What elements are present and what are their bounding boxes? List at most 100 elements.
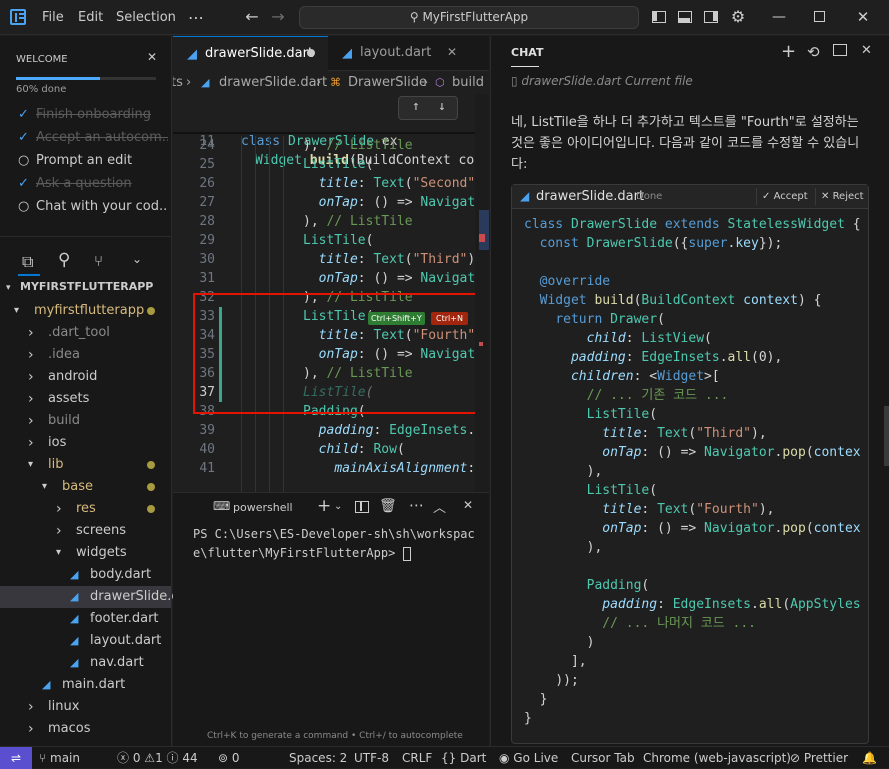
folder-item[interactable]: › build: [0, 410, 171, 432]
tree-item-label: body.dart: [90, 567, 152, 582]
tree-item-label: .idea: [48, 347, 80, 362]
command-center[interactable]: ⚲ MyFirstFlutterApp: [299, 6, 639, 29]
folder-item[interactable]: › assets: [0, 388, 171, 410]
more-menu-icon[interactable]: ⋯: [188, 0, 204, 35]
folder-item[interactable]: › screens: [0, 520, 171, 542]
toggle-secondary-sidebar-icon[interactable]: [704, 9, 720, 25]
menu-edit[interactable]: Edit: [78, 0, 103, 35]
source-control-icon[interactable]: ⑂: [94, 252, 103, 270]
code-line[interactable]: 27 onTap: () => Navigator: [173, 193, 489, 212]
tab-layout[interactable]: ◢ layout.dart ✕: [330, 36, 490, 71]
breadcrumb-item[interactable]: drawerSlide.dart: [219, 72, 327, 94]
notifications-icon[interactable]: 🔔: [862, 747, 877, 769]
code-line[interactable]: 40 child: Row(: [173, 440, 489, 459]
breadcrumb-item[interactable]: DrawerSlide: [348, 72, 427, 94]
trash-icon[interactable]: 🗑: [379, 498, 397, 514]
terminal-output[interactable]: PS C:\Users\ES-Developer-sh\sh\workspac: [193, 527, 475, 541]
folder-item[interactable]: › .dart_tool: [0, 322, 171, 344]
indentation-indicator[interactable]: Spaces: 2: [289, 747, 347, 769]
customize-layout-icon[interactable]: ⚙: [730, 9, 746, 25]
close-icon[interactable]: ✕: [147, 50, 157, 64]
antenna-icon: ⊚: [218, 751, 232, 765]
onboarding-item[interactable]: ✓ Accept an autocom...: [18, 128, 168, 148]
reject-button[interactable]: ✕ Reject: [815, 188, 867, 205]
remote-icon[interactable]: ⇌: [0, 747, 32, 769]
code-line[interactable]: 30 title: Text("Third"),: [173, 250, 489, 269]
more-icon[interactable]: ⋯: [409, 496, 424, 514]
code-line[interactable]: 31 onTap: () => Navigator: [173, 269, 489, 288]
eol-indicator[interactable]: CRLF: [402, 747, 432, 769]
tab-drawerslide[interactable]: ◢ drawerSlide.dart: [173, 36, 328, 71]
debug-target-indicator[interactable]: Chrome (web-javascript): [643, 747, 791, 769]
add-terminal-icon[interactable]: +: [317, 496, 331, 516]
file-item[interactable]: ◢ nav.dart: [0, 652, 171, 674]
terminal-prompt[interactable]: e\flutter\MyFirstFlutterApp>: [193, 546, 411, 561]
file-item[interactable]: ◢ body.dart: [0, 564, 171, 586]
back-arrow-icon[interactable]: ←: [244, 9, 260, 25]
folder-item[interactable]: › .idea: [0, 344, 171, 366]
code-line[interactable]: 41 mainAxisAlignment: Ma: [173, 459, 489, 478]
onboarding-item[interactable]: ○ Chat with your cod...: [18, 197, 168, 217]
close-icon[interactable]: ✕: [861, 43, 872, 58]
chevron-down-icon[interactable]: ⌄: [132, 252, 142, 266]
onboarding-item[interactable]: ✓ Ask a question: [18, 174, 168, 194]
menu-file[interactable]: File: [42, 0, 64, 35]
file-item[interactable]: ◢ drawerSlide.dart: [0, 586, 198, 608]
maximize-panel-icon[interactable]: [833, 44, 847, 56]
golive-button[interactable]: ◉ Go Live: [499, 747, 558, 769]
chevron-down-icon[interactable]: ⌄: [334, 501, 342, 512]
folder-item[interactable]: › linux: [0, 696, 171, 718]
prettier-indicator[interactable]: ⊘ Prettier: [790, 747, 848, 769]
close-icon[interactable]: ✕: [463, 498, 473, 512]
folder-item[interactable]: › android: [0, 366, 171, 388]
code-line[interactable]: 29 ListTile(: [173, 231, 489, 250]
language-indicator[interactable]: {} Dart: [441, 747, 486, 769]
minimap[interactable]: [475, 94, 489, 492]
breadcrumb-item[interactable]: ts: [173, 72, 183, 94]
folder-item[interactable]: ▾ base: [0, 476, 171, 498]
encoding-indicator[interactable]: UTF-8: [354, 747, 389, 769]
code-line[interactable]: 24), // ListTile: [173, 136, 489, 155]
close-window-icon[interactable]: ✕: [855, 9, 871, 25]
scrollbar[interactable]: [884, 406, 889, 466]
code-line[interactable]: 25 ListTile(: [173, 155, 489, 174]
close-icon[interactable]: ✕: [447, 45, 457, 59]
chevron-up-icon[interactable]: ︿: [433, 497, 446, 516]
problems-indicator[interactable]: ⓧ 0 ⚠1 ⓘ 44: [117, 747, 198, 769]
terminal-shell-label[interactable]: powershell: [233, 501, 293, 514]
folder-item[interactable]: ▾ lib: [0, 454, 171, 476]
split-terminal-icon[interactable]: [355, 501, 369, 513]
new-chat-icon[interactable]: +: [781, 41, 796, 62]
cursor-tab-indicator[interactable]: Cursor Tab: [571, 747, 635, 769]
toggle-panel-icon[interactable]: [678, 9, 694, 25]
menu-selection[interactable]: Selection: [116, 0, 176, 35]
minimize-icon[interactable]: —: [771, 9, 787, 25]
folder-item[interactable]: › res: [0, 498, 171, 520]
code-line[interactable]: 28), // ListTile: [173, 212, 489, 231]
forward-arrow-icon[interactable]: →: [270, 9, 286, 25]
modified-dot-icon[interactable]: [307, 49, 315, 57]
branch-indicator[interactable]: ⑂ main: [39, 747, 80, 769]
history-icon[interactable]: ⟲: [807, 43, 820, 61]
folder-item[interactable]: ▾ myfirstflutterapp: [0, 300, 171, 322]
breadcrumb-item[interactable]: build: [452, 72, 484, 94]
onboarding-item[interactable]: ✓ Finish onboarding: [18, 105, 168, 125]
files-icon[interactable]: ⧉: [22, 252, 33, 272]
folder-item[interactable]: › ios: [0, 432, 171, 454]
file-item[interactable]: ◢ layout.dart: [0, 630, 171, 652]
code-line[interactable]: 39 padding: EdgeInsets.al: [173, 421, 489, 440]
arrow-up-icon[interactable]: ↑: [412, 99, 420, 114]
folder-item[interactable]: › macos: [0, 718, 171, 740]
arrow-down-icon[interactable]: ↓: [438, 99, 446, 114]
toggle-sidebar-icon[interactable]: [652, 9, 668, 25]
folder-item[interactable]: ▾ widgets: [0, 542, 171, 564]
code-line[interactable]: 26 title: Text("Second"),: [173, 174, 489, 193]
code-editor[interactable]: 7 class DrawerSlide ex 11 Widget build(B…: [173, 94, 489, 492]
maximize-icon[interactable]: [812, 9, 828, 25]
file-item[interactable]: ◢ footer.dart: [0, 608, 171, 630]
search-icon[interactable]: ⚲: [58, 250, 70, 270]
file-item[interactable]: ◢ main.dart: [0, 674, 171, 696]
ports-indicator[interactable]: ⊚ 0: [218, 747, 240, 769]
onboarding-item[interactable]: ○ Prompt an edit: [18, 151, 168, 171]
accept-button[interactable]: ✓ Accept: [756, 188, 811, 205]
